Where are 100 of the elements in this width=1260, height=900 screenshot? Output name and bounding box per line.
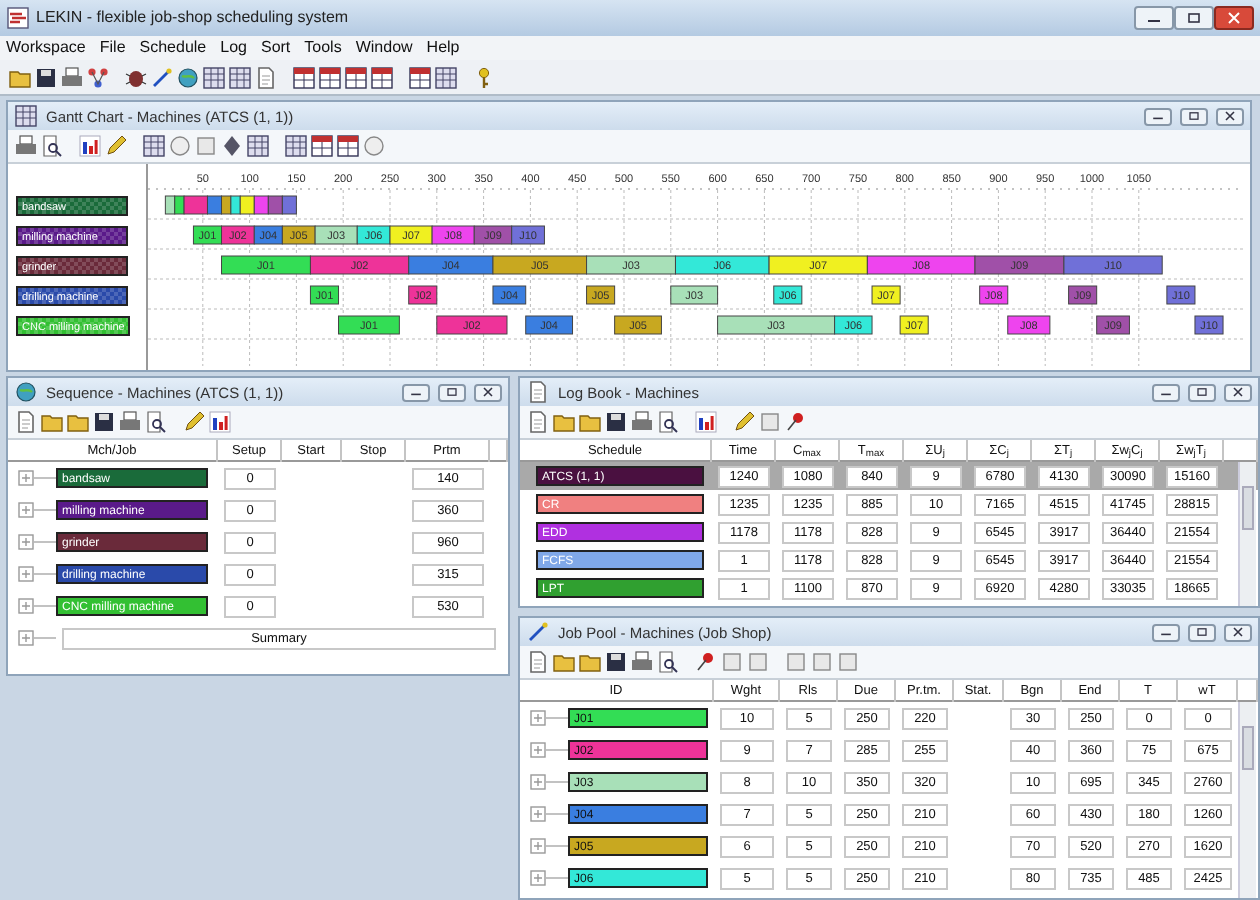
job-bar[interactable] xyxy=(1068,285,1098,305)
circle-icon[interactable] xyxy=(362,134,386,158)
floppy-icon[interactable] xyxy=(604,650,628,674)
table-icon[interactable] xyxy=(318,65,342,89)
folder-icon[interactable] xyxy=(578,410,602,434)
job-bar[interactable] xyxy=(1007,315,1051,335)
grid-icon[interactable] xyxy=(202,65,226,89)
floppy-icon[interactable] xyxy=(92,410,116,434)
menu-item[interactable]: File xyxy=(99,36,126,60)
job-bar[interactable] xyxy=(309,285,339,305)
job-bar[interactable] xyxy=(1166,285,1196,305)
page-icon[interactable] xyxy=(526,410,550,434)
menu-item[interactable]: Log xyxy=(220,36,247,60)
bug-icon[interactable] xyxy=(124,65,148,89)
pin-icon[interactable] xyxy=(784,410,808,434)
job-bar[interactable] xyxy=(431,225,475,245)
printer-icon[interactable] xyxy=(630,650,654,674)
job-bar[interactable] xyxy=(614,315,662,335)
floppy-icon[interactable] xyxy=(604,410,628,434)
circle-icon[interactable] xyxy=(168,134,192,158)
job-bar[interactable] xyxy=(511,225,545,245)
close-button[interactable] xyxy=(1224,383,1252,401)
bar-chart-icon[interactable] xyxy=(694,410,718,434)
diamond-icon[interactable] xyxy=(220,134,244,158)
maximize-button[interactable] xyxy=(1188,623,1216,641)
job-bar[interactable] xyxy=(768,255,868,275)
page-icon[interactable] xyxy=(14,410,38,434)
magnifier-icon[interactable] xyxy=(656,650,680,674)
job-bar[interactable] xyxy=(221,255,311,275)
magnifier-icon[interactable] xyxy=(144,410,168,434)
folder-icon[interactable] xyxy=(66,410,90,434)
menu-item[interactable]: Help xyxy=(426,36,460,60)
job-bar[interactable] xyxy=(871,285,901,305)
job-bar[interactable] xyxy=(183,195,208,215)
page-icon[interactable] xyxy=(526,650,550,674)
grid-icon[interactable] xyxy=(246,134,270,158)
job-bar[interactable] xyxy=(356,225,391,245)
job-bar[interactable] xyxy=(239,195,255,215)
close-button[interactable] xyxy=(1216,107,1244,125)
printer-icon[interactable] xyxy=(14,134,38,158)
job-bar[interactable] xyxy=(164,195,176,215)
magnifier-icon[interactable] xyxy=(656,410,680,434)
wand-icon[interactable] xyxy=(150,65,174,89)
grid-icon[interactable] xyxy=(434,65,458,89)
grid-icon[interactable] xyxy=(284,134,308,158)
folder-icon[interactable] xyxy=(40,410,64,434)
scrollbar[interactable] xyxy=(1238,462,1256,606)
job-bar[interactable] xyxy=(586,255,676,275)
table-icon[interactable] xyxy=(344,65,368,89)
printer-icon[interactable] xyxy=(630,410,654,434)
pin-icon[interactable] xyxy=(694,650,718,674)
folder-icon[interactable] xyxy=(552,650,576,674)
scrollbar[interactable] xyxy=(1238,702,1256,898)
job-bar[interactable] xyxy=(314,225,358,245)
table-icon[interactable] xyxy=(336,134,360,158)
job-bar[interactable] xyxy=(389,225,433,245)
job-bar[interactable] xyxy=(309,255,410,275)
job-bar[interactable] xyxy=(979,285,1009,305)
folder-icon[interactable] xyxy=(552,410,576,434)
job-bar[interactable] xyxy=(207,195,222,215)
job-bar[interactable] xyxy=(338,315,400,335)
printer-icon[interactable] xyxy=(118,410,142,434)
job-bar[interactable] xyxy=(1096,315,1130,335)
grid-icon[interactable] xyxy=(228,65,252,89)
bar-chart-icon[interactable] xyxy=(78,134,102,158)
job-bar[interactable] xyxy=(408,285,438,305)
job-bar[interactable] xyxy=(492,255,588,275)
maximize-button[interactable] xyxy=(1174,6,1214,30)
network-icon[interactable] xyxy=(86,65,110,89)
maximize-button[interactable] xyxy=(438,383,466,401)
magnifier-icon[interactable] xyxy=(40,134,64,158)
close-button[interactable] xyxy=(1224,623,1252,641)
menu-item[interactable]: Workspace xyxy=(6,36,86,60)
table-icon[interactable] xyxy=(292,65,316,89)
job-bar[interactable] xyxy=(834,315,873,335)
job-bar[interactable] xyxy=(174,195,185,215)
maximize-button[interactable] xyxy=(1180,107,1208,125)
menu-item[interactable]: Sort xyxy=(260,36,291,60)
grid-icon[interactable] xyxy=(142,134,166,158)
job-bar[interactable] xyxy=(192,225,222,245)
page-icon[interactable] xyxy=(254,65,278,89)
job-bar[interactable] xyxy=(899,315,929,335)
pencil-icon[interactable] xyxy=(182,410,206,434)
job-bar[interactable] xyxy=(253,195,269,215)
menu-item[interactable]: Schedule xyxy=(139,36,207,60)
printer-icon[interactable] xyxy=(60,65,84,89)
menu-item[interactable]: Window xyxy=(355,36,413,60)
job-bar[interactable] xyxy=(221,195,232,215)
job-bar[interactable] xyxy=(230,195,241,215)
job-bar[interactable] xyxy=(675,255,770,275)
close-button[interactable] xyxy=(474,383,502,401)
maximize-button[interactable] xyxy=(1188,383,1216,401)
job-bar[interactable] xyxy=(1194,315,1224,335)
pencil-icon[interactable] xyxy=(104,134,128,158)
globe-icon[interactable] xyxy=(176,65,200,89)
menu-item[interactable]: Tools xyxy=(304,36,342,60)
job-bar[interactable] xyxy=(586,285,616,305)
close-button[interactable] xyxy=(1214,6,1254,30)
minimize-button[interactable] xyxy=(1134,6,1174,30)
folder-icon[interactable] xyxy=(578,650,602,674)
